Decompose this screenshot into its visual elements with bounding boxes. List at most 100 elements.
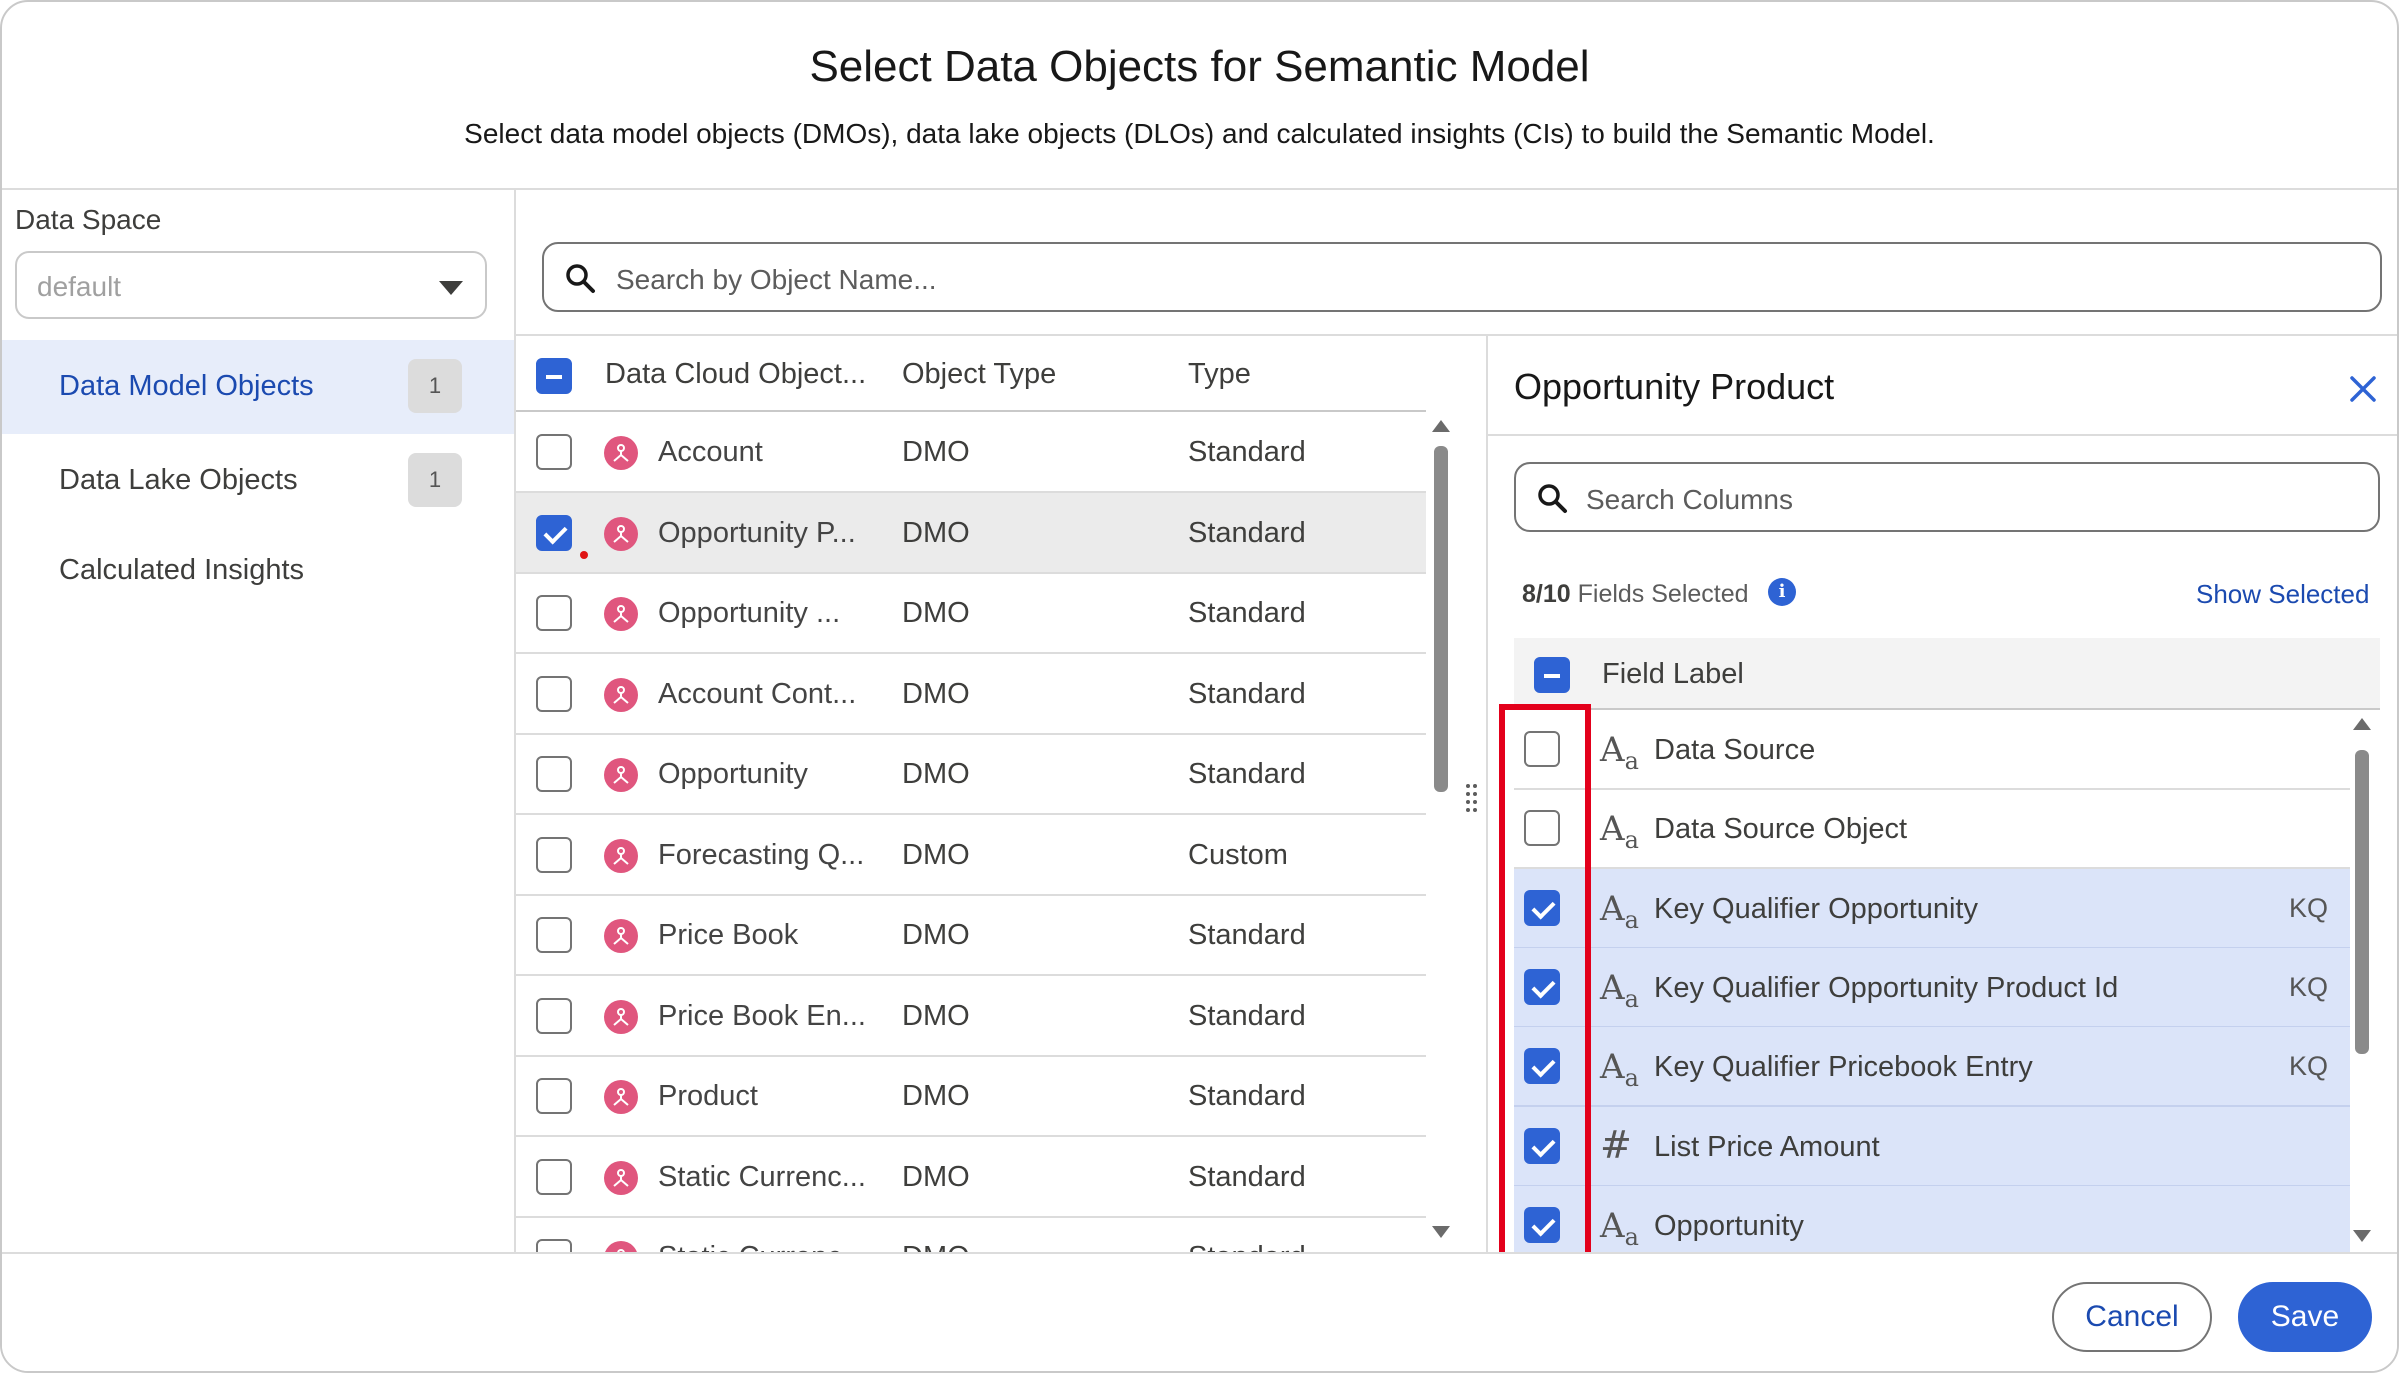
object-name[interactable]: Opportunity P... <box>658 517 856 550</box>
object-category: Standard <box>1188 1241 1306 1252</box>
scroll-up-arrow[interactable] <box>1432 420 1450 432</box>
select-all-fields-checkbox[interactable] <box>1534 657 1570 693</box>
field-row[interactable]: Aa Opportunity <box>1514 1185 2350 1252</box>
field-row[interactable]: Aa Key Qualifier Opportunity KQ <box>1514 868 2350 949</box>
table-row[interactable]: Static Currenc... DMO Standard <box>516 1217 1426 1252</box>
table-scrollbar[interactable] <box>1434 446 1448 792</box>
row-checkbox[interactable] <box>536 1078 572 1114</box>
data-object-icon <box>604 1160 638 1195</box>
data-space-label: Data Space <box>15 204 162 235</box>
scroll-down-arrow[interactable] <box>2353 1230 2371 1242</box>
show-selected-link[interactable]: Show Selected <box>2196 579 2369 610</box>
row-checkbox[interactable] <box>536 997 572 1034</box>
column-search-input[interactable]: Search Columns <box>1514 462 2380 532</box>
object-type: DMO <box>902 758 970 790</box>
unsaved-dot <box>580 550 588 559</box>
data-object-icon <box>604 999 638 1034</box>
data-object-icon <box>604 436 638 470</box>
select-all-checkbox[interactable] <box>536 358 572 394</box>
sidebar-item-data-lake-objects[interactable]: Data Lake Objects 1 <box>2 434 514 528</box>
table-row[interactable]: Static Currenc... DMO Standard <box>516 1137 1426 1218</box>
object-category: Standard <box>1188 999 1306 1032</box>
row-checkbox[interactable] <box>536 836 572 873</box>
object-name[interactable]: Opportunity ... <box>658 597 840 630</box>
object-name[interactable]: Static Currenc... <box>658 1161 866 1194</box>
object-category: Custom <box>1188 838 1288 871</box>
object-name[interactable]: Price Book En... <box>658 1000 866 1033</box>
panel-title: Opportunity Product <box>1514 366 1835 407</box>
table-row[interactable]: Account DMO Standard <box>516 412 1426 493</box>
object-name[interactable]: Price Book <box>658 919 798 952</box>
dialog-header: Select Data Objects for Semantic Model S… <box>2 2 2397 190</box>
count-badge: 1 <box>408 453 462 507</box>
object-name[interactable]: Product <box>658 1080 758 1113</box>
object-type: DMO <box>902 838 970 871</box>
column-header-object[interactable]: Data Cloud Object... <box>605 358 866 391</box>
text-type-icon: Aa <box>1600 967 1639 1013</box>
object-type: DMO <box>902 677 970 710</box>
row-checkbox[interactable] <box>536 756 572 792</box>
field-row[interactable]: Aa Data Source Object <box>1514 789 2350 870</box>
table-row[interactable]: Forecasting Q... DMO Custom <box>516 815 1426 896</box>
sidebar-item-label: Calculated Insights <box>59 554 305 586</box>
text-type-icon: Aa <box>1600 730 1639 775</box>
field-row[interactable]: Aa Data Source <box>1514 710 2350 790</box>
text-type-icon: Aa <box>1600 888 1639 934</box>
table-row[interactable]: Price Book En... DMO Standard <box>516 976 1426 1057</box>
sidebar-item-data-model-objects[interactable]: Data Model Objects 1 <box>2 340 514 434</box>
object-name[interactable]: Account Cont... <box>658 678 856 711</box>
column-header-object-type[interactable]: Object Type <box>902 358 1056 391</box>
row-checkbox[interactable] <box>536 1239 572 1252</box>
field-label: Key Qualifier Pricebook Entry <box>1654 1051 2033 1084</box>
row-checkbox[interactable] <box>536 917 572 953</box>
field-row[interactable]: Aa Key Qualifier Opportunity Product Id KQ <box>1514 947 2350 1028</box>
close-icon[interactable] <box>2348 374 2378 404</box>
number-type-icon: # <box>1600 1122 1632 1167</box>
row-checkbox[interactable] <box>536 434 572 470</box>
sidebar-item-calculated-insights[interactable]: Calculated Insights <box>2 524 514 618</box>
fields-list: Aa Data Source Aa Data Source Object Aa Key Q… <box>1514 710 2380 1252</box>
resize-handle-icon[interactable] <box>1464 782 1480 812</box>
object-category: Standard <box>1188 516 1306 549</box>
object-search-input[interactable]: Search by Object Name... <box>542 242 2382 312</box>
table-row[interactable]: Opportunity DMO Standard <box>516 734 1426 815</box>
data-object-icon <box>604 838 638 873</box>
data-space-select[interactable]: default <box>15 251 487 319</box>
table-row[interactable]: Price Book DMO Standard <box>516 895 1426 976</box>
fields-selected-summary: 8/10 Fields Selected <box>1522 580 1749 609</box>
column-header-field-label[interactable]: Field Label <box>1602 658 1744 691</box>
row-checkbox[interactable] <box>536 1158 572 1195</box>
object-name[interactable]: Opportunity <box>658 758 808 791</box>
field-label: List Price Amount <box>1654 1130 1880 1163</box>
object-name[interactable]: Forecasting Q... <box>658 839 864 872</box>
sidebar-item-label: Data Lake Objects <box>59 464 298 496</box>
row-checkbox[interactable] <box>536 514 572 551</box>
field-row[interactable]: Aa Key Qualifier Pricebook Entry KQ <box>1514 1027 2350 1108</box>
object-type: DMO <box>902 1080 970 1112</box>
data-space-value: default <box>37 271 122 302</box>
fields-scrollbar[interactable] <box>2355 750 2369 1054</box>
object-category: Standard <box>1188 677 1306 710</box>
row-checkbox[interactable] <box>536 595 572 631</box>
cancel-button[interactable]: Cancel <box>2052 1282 2212 1352</box>
scroll-up-arrow[interactable] <box>2353 718 2371 730</box>
scroll-down-arrow[interactable] <box>1432 1226 1450 1238</box>
table-row[interactable]: Account Cont... DMO Standard <box>516 654 1426 735</box>
object-category: Standard <box>1188 436 1306 468</box>
column-header-type[interactable]: Type <box>1188 358 1251 391</box>
save-button[interactable]: Save <box>2238 1282 2372 1352</box>
field-row[interactable]: # List Price Amount <box>1514 1106 2350 1187</box>
object-type: DMO <box>902 999 970 1032</box>
table-row[interactable]: Product DMO Standard <box>516 1056 1426 1137</box>
object-name[interactable]: Account <box>658 436 763 469</box>
key-qualifier-badge: KQ <box>2288 892 2328 923</box>
text-type-icon: Aa <box>1600 809 1639 855</box>
table-header: Data Cloud Object... Object Type Type <box>516 336 1426 412</box>
table-row[interactable]: Opportunity P... DMO Standard <box>516 492 1426 574</box>
row-checkbox[interactable] <box>536 675 572 712</box>
table-row[interactable]: Opportunity ... DMO Standard <box>516 573 1426 654</box>
object-category: Standard <box>1188 1160 1306 1193</box>
fields-selected-count: 8/10 <box>1522 580 1571 608</box>
object-name[interactable]: Static Currenc... <box>658 1241 866 1252</box>
info-icon[interactable]: i <box>1768 578 1796 606</box>
